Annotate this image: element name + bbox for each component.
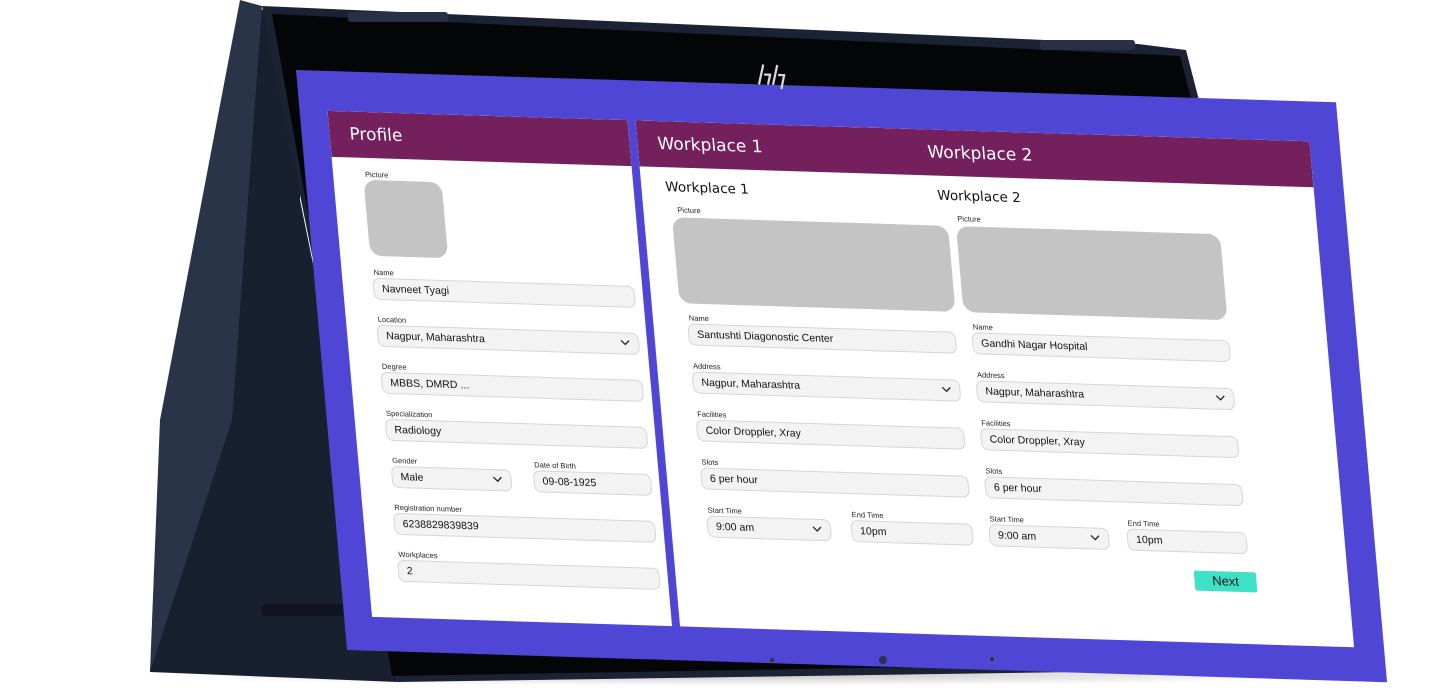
degree-label: Degree [381,361,407,372]
wp1-address-value: Nagpur, Maharashtra [700,376,801,392]
profile-picture-label: Picture [364,169,389,180]
gender-dropdown[interactable]: Male [390,465,513,492]
wp2-picture[interactable] [955,226,1228,321]
app-background: Profile Picture Name Navneet Tyagi Locat… [296,64,1388,683]
name-field[interactable]: Navneet Tyagi [372,277,637,308]
screen: Profile Picture Name Navneet Tyagi Locat… [296,64,1388,683]
wp1-facilities-label: Facilities [696,409,727,420]
wp2-address-label: Address [976,370,1005,381]
chevron-down-icon [492,476,502,483]
wp1-facilities-field[interactable]: Color Droppler, Xray [695,419,966,450]
chevron-down-icon [1215,395,1225,401]
profile-title: Profile [348,124,404,147]
wp2-slots-label: Slots [985,466,1003,476]
wp2-end-time-label: End Time [1127,518,1160,529]
wp1-start-time-value: 9:00 am [715,520,755,534]
workplace-1-title: Workplace 1 [664,179,750,198]
workplaces-field[interactable]: 2 [396,559,661,590]
chevron-down-icon [620,339,630,346]
name-label: Name [373,267,395,278]
profile-picture[interactable] [363,179,449,259]
chevron-down-icon [1090,534,1100,541]
wp2-picture-label: Picture [956,214,982,224]
wp2-start-time-label: Start Time [989,514,1025,525]
wp1-slots-field[interactable]: 6 per hour [699,467,970,498]
wp1-slots-label: Slots [701,457,719,468]
workplace-2-title: Workplace 2 [936,187,1022,207]
gender-label: Gender [391,455,418,466]
wp1-address-dropdown[interactable]: Nagpur, Maharashtra [691,371,962,402]
dob-label: Date of Birth [533,460,577,471]
wp1-address-label: Address [692,361,721,372]
wp2-slots-field[interactable]: 6 per hour [983,476,1244,507]
wp1-end-time-label: End Time [851,510,884,521]
wp1-name-label: Name [688,313,710,324]
location-label: Location [377,314,407,325]
bezel-sensor-left [770,658,774,662]
wp1-start-time-label: Start Time [707,505,743,516]
wp2-address-dropdown[interactable]: Nagpur, Maharashtra [975,380,1236,411]
degree-field[interactable]: MBBS, DMRD ... [380,371,645,402]
wp2-start-time-value: 9:00 am [997,529,1037,543]
workplaces-label: Workplaces [398,549,438,561]
tab-workplace-1[interactable]: Workplace 1 [657,134,764,157]
gender-value: Male [400,471,424,484]
specialization-label: Specialization [385,408,433,420]
registration-field[interactable]: 6238829839839 [392,512,657,543]
chevron-down-icon [941,386,951,393]
chevron-down-icon [812,526,822,532]
hinge-right [1040,40,1135,50]
wp2-end-time-field[interactable]: 10pm [1126,528,1249,555]
wp2-facilities-label: Facilities [980,418,1011,429]
workplace-header: Workplace 1 Workplace 2 [635,120,1314,188]
location-dropdown[interactable]: Nagpur, Maharashtra [376,324,641,355]
bezel-sensor-right [990,657,994,661]
profile-panel: Profile Picture Name Navneet Tyagi Locat… [327,110,673,627]
wp2-name-label: Name [972,322,994,332]
wp2-address-value: Nagpur, Maharashtra [984,385,1085,401]
wp1-name-field[interactable]: Santushti Diagonostic Center [687,323,958,354]
specialization-field[interactable]: Radiology [384,418,649,449]
wp2-name-field[interactable]: Gandhi Nagar Hospital [971,332,1232,363]
webcam-icon [879,656,887,664]
wp1-end-time-field[interactable]: 10pm [850,519,975,546]
location-value: Nagpur, Maharashtra [385,330,486,346]
dob-field[interactable]: 09-08-1925 [532,470,653,496]
profile-header: Profile [327,110,632,167]
wp1-start-time-dropdown[interactable]: 9:00 am [706,515,833,542]
wp1-picture[interactable] [671,217,956,312]
tab-workplace-2[interactable]: Workplace 2 [927,142,1034,165]
workplace-panel: Workplace 1 Workplace 2 Workplace 1 Pict… [635,120,1355,648]
hp-logo-icon [757,64,786,90]
hinge-left [348,12,448,22]
wp2-facilities-field[interactable]: Color Droppler, Xray [979,428,1240,459]
wp2-start-time-dropdown[interactable]: 9:00 am [988,524,1111,550]
wp1-picture-label: Picture [676,205,702,216]
next-button[interactable]: Next [1193,570,1258,593]
